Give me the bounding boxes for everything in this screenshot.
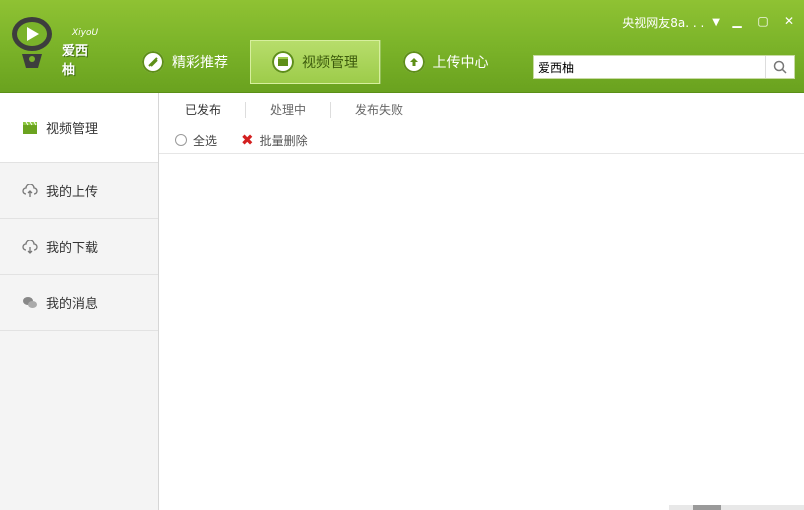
- select-all-checkbox[interactable]: [175, 134, 187, 146]
- logo-subtitle: XiyoU: [72, 28, 99, 38]
- tab-label: 精彩推荐: [172, 55, 228, 71]
- search-button[interactable]: [765, 56, 794, 78]
- user-menu[interactable]: 央视网友8a. . . ▼: [622, 14, 720, 31]
- cloud-download-icon: [22, 239, 38, 255]
- minimize-icon[interactable]: ▁: [726, 10, 748, 32]
- sidebar-item-video-manage[interactable]: 视频管理: [0, 93, 158, 163]
- tab-video-manage[interactable]: 视频管理: [250, 40, 380, 84]
- chat-bubbles-icon: [22, 295, 38, 311]
- scrollbar-thumb[interactable]: [693, 505, 721, 510]
- sidebar-item-label: 我的消息: [46, 297, 99, 312]
- sidebar-item-my-uploads[interactable]: 我的上传: [0, 163, 158, 219]
- cloud-upload-icon: [22, 183, 38, 199]
- tab-processing[interactable]: 处理中: [245, 102, 330, 118]
- app-logo: XiyoU 爱西柚: [10, 12, 100, 78]
- sub-tab-bar: 已发布 处理中 发布失败: [159, 93, 804, 127]
- window-controls: ▁ ▢ ✕: [722, 10, 800, 32]
- tab-label: 上传中心: [432, 55, 489, 71]
- app-header: XiyoU 爱西柚 精彩推荐 视频管理 上传中心 央视网友8a. . . ▼ ▁…: [0, 0, 804, 93]
- recommend-icon: [142, 51, 164, 73]
- list-toolbar: 全选 ✖ 批量删除: [159, 127, 804, 154]
- search-input[interactable]: [534, 57, 765, 77]
- main-nav: 精彩推荐 视频管理 上传中心: [120, 40, 512, 84]
- tab-published[interactable]: 已发布: [171, 102, 245, 118]
- delete-icon[interactable]: ✖: [241, 131, 254, 149]
- video-manage-icon: [272, 51, 294, 73]
- sidebar-item-label: 视频管理: [46, 122, 99, 137]
- sidebar-item-my-downloads[interactable]: 我的下载: [0, 219, 158, 275]
- batch-delete-button[interactable]: 批量删除: [260, 132, 308, 149]
- tab-label: 视频管理: [302, 55, 358, 71]
- video-clapper-icon: [22, 120, 38, 136]
- sidebar-item-label: 我的下载: [46, 241, 99, 256]
- maximize-icon[interactable]: ▢: [752, 10, 774, 32]
- sidebar: 视频管理 我的上传 我的下载 我的消息: [0, 93, 159, 510]
- sidebar-item-label: 我的上传: [46, 185, 99, 200]
- tab-recommend[interactable]: 精彩推荐: [120, 40, 250, 84]
- user-name: 央视网友8a. . .: [622, 16, 705, 30]
- upload-center-icon: [402, 51, 425, 73]
- close-icon[interactable]: ✕: [778, 10, 800, 32]
- select-all-label[interactable]: 全选: [193, 132, 217, 149]
- logo-text: 爱西柚: [62, 44, 89, 78]
- robot-logo-icon: [12, 17, 52, 68]
- tab-upload-center[interactable]: 上传中心: [380, 40, 510, 84]
- sidebar-item-my-messages[interactable]: 我的消息: [0, 275, 158, 331]
- main-content: 已发布 处理中 发布失败 全选 ✖ 批量删除: [159, 93, 804, 510]
- search-box: [533, 55, 795, 79]
- search-icon: [773, 60, 787, 74]
- horizontal-scrollbar[interactable]: [669, 505, 804, 510]
- chevron-down-icon[interactable]: ▼: [712, 17, 720, 28]
- tab-publish-failed[interactable]: 发布失败: [330, 102, 427, 118]
